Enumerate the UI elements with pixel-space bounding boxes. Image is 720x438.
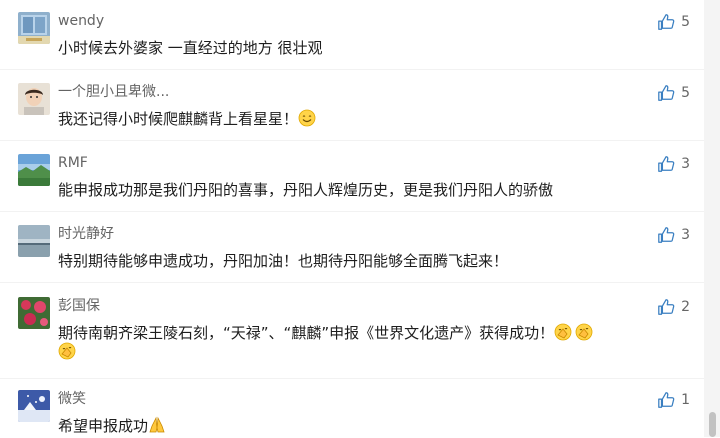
comment-list: wendy 小时候去外婆家 一直经过的地方 很壮观 5 一个胆小且卑微... 我…	[0, 0, 704, 437]
sky-avatar[interactable]	[18, 225, 50, 257]
divider	[0, 378, 704, 379]
comment-text-content: 我还记得小时候爬麒麟背上看星星！	[58, 110, 299, 128]
divider	[0, 282, 704, 283]
clap-emoji	[575, 323, 593, 341]
comment-author[interactable]: wendy	[58, 12, 104, 30]
comment-author[interactable]: 彭国保	[58, 297, 100, 315]
like-button[interactable]: 1	[657, 390, 690, 410]
like-button[interactable]: 5	[657, 83, 690, 103]
comment-text: 期待南朝齐梁王陵石刻，“天禄”、“麒麟”申报《世界文化遗产》获得成功！	[58, 321, 698, 345]
like-count: 3	[681, 227, 690, 243]
clap-emoji	[58, 342, 76, 360]
divider	[0, 211, 704, 212]
thumbs-up-icon	[657, 13, 675, 31]
comment-author[interactable]: 一个胆小且卑微...	[58, 83, 169, 101]
like-count: 5	[681, 85, 690, 101]
winter-avatar[interactable]	[18, 390, 50, 422]
like-button[interactable]: 3	[657, 225, 690, 245]
smile-emoji	[298, 109, 316, 127]
comment-text: 希望申报成功	[58, 414, 698, 438]
comment-text: 我还记得小时候爬麒麟背上看星星！	[58, 107, 698, 131]
like-button[interactable]: 5	[657, 12, 690, 32]
like-count: 5	[681, 14, 690, 30]
thumbs-up-icon	[657, 155, 675, 173]
comment-author[interactable]: RMF	[58, 154, 88, 172]
blue-window-avatar[interactable]	[18, 12, 50, 44]
divider	[0, 69, 704, 70]
thumbs-up-icon	[657, 391, 675, 409]
pray-emoji	[148, 416, 166, 434]
comment-text: 特别期待能够申遗成功，丹阳加油！也期待丹阳能够全面腾飞起来！	[58, 252, 509, 270]
divider	[0, 140, 704, 141]
like-count: 2	[681, 299, 690, 315]
thumbs-up-icon	[657, 226, 675, 244]
comment-author[interactable]: 微笑	[58, 390, 86, 408]
clap-emoji	[554, 323, 572, 341]
thumbs-up-icon	[657, 84, 675, 102]
landscape-avatar[interactable]	[18, 154, 50, 186]
comment-text-content: 希望申报成功	[58, 417, 149, 435]
flowers-avatar[interactable]	[18, 297, 50, 329]
scroll-thumb[interactable]	[709, 412, 716, 437]
vertical-scrollbar[interactable]	[704, 0, 720, 437]
comment-text: 小时候去外婆家 一直经过的地方 很壮观	[58, 39, 323, 57]
comment-text: 能申报成功那是我们丹阳的喜事，丹阳人辉煌历史，更是我们丹阳人的骄傲	[58, 181, 554, 199]
like-button[interactable]: 2	[657, 297, 690, 317]
comment-author[interactable]: 时光静好	[58, 225, 114, 243]
like-count: 1	[681, 392, 690, 408]
comment-text-content: 期待南朝齐梁王陵石刻，“天禄”、“麒麟”申报《世界文化遗产》获得成功！	[58, 324, 555, 342]
thumbs-up-icon	[657, 298, 675, 316]
portrait-avatar[interactable]	[18, 83, 50, 115]
like-count: 3	[681, 156, 690, 172]
comment-text-continued	[58, 340, 76, 364]
like-button[interactable]: 3	[657, 154, 690, 174]
